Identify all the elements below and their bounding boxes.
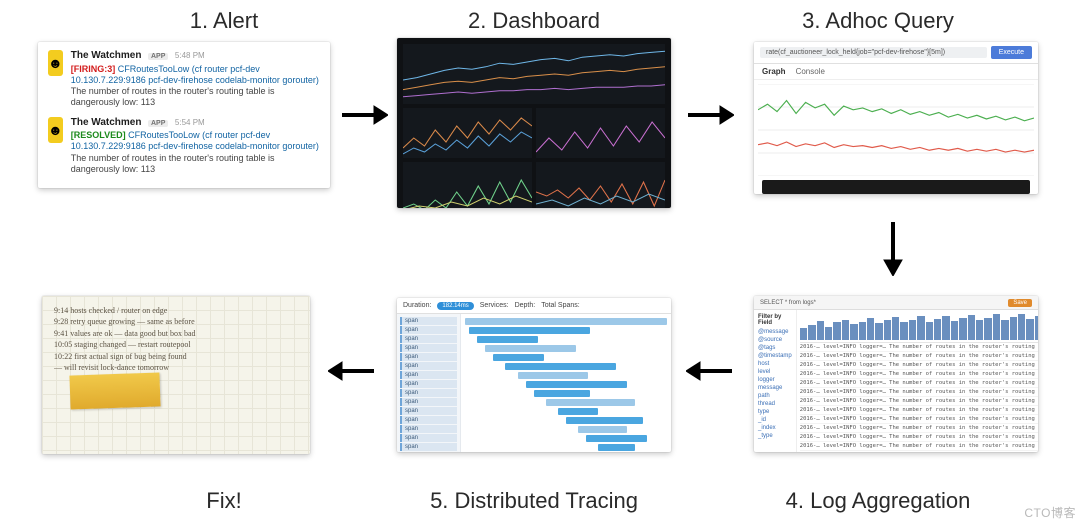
alert-link[interactable]: [RESOLVED] CFRoutesTooLow (cf router pcf… <box>71 130 320 153</box>
log-field[interactable]: type <box>758 409 792 415</box>
app-badge: APP <box>148 53 168 60</box>
log-field[interactable]: path <box>758 393 792 399</box>
dashboard-chart[interactable] <box>403 108 532 158</box>
log-entries: 2016-… level=INFO logger=… The number of… <box>800 343 1038 451</box>
adhoc-chart[interactable] <box>754 80 1038 180</box>
arrow-left-icon <box>686 358 734 384</box>
alert-time: 5:54 PM <box>175 118 205 127</box>
avatar-icon: ☻ <box>48 117 63 143</box>
tab-console[interactable]: Console <box>796 67 825 76</box>
panel-adhoc-query: rate(cf_auctioneer_lock_held{job="pcf-de… <box>754 42 1038 194</box>
log-field[interactable]: thread <box>758 401 792 407</box>
log-field[interactable]: @source <box>758 337 792 343</box>
handwritten-line: 9:28 retry queue growing — same as befor… <box>54 317 298 327</box>
log-field[interactable]: level <box>758 369 792 375</box>
handwritten-line: — will revisit lock-dance tomorrow <box>54 363 298 373</box>
query-expression-input[interactable]: rate(cf_auctioneer_lock_held{job="pcf-de… <box>760 47 987 58</box>
title-alert: 1. Alert <box>94 8 354 34</box>
tab-graph[interactable]: Graph <box>762 67 786 76</box>
arrow-left-icon <box>328 358 376 384</box>
dashboard-chart[interactable] <box>536 108 665 158</box>
alert-time: 5:48 PM <box>175 51 205 60</box>
handwritten-line: 10:05 staging changed — restart routepoo… <box>54 340 298 350</box>
panel-log-aggregation: SELECT * from logs* Save Filter by Field… <box>754 296 1038 452</box>
alert-body: The number of routes in the router's rou… <box>71 153 320 176</box>
title-fix: Fix! <box>94 488 354 514</box>
arrow-right-icon <box>686 102 734 128</box>
log-histogram[interactable] <box>800 313 1038 343</box>
tracing-label-duration: Duration: <box>403 302 431 309</box>
log-field[interactable]: _index <box>758 425 792 431</box>
alert-user: The Watchmen <box>71 117 142 128</box>
log-field[interactable]: message <box>758 385 792 391</box>
dashboard-chart[interactable] <box>536 162 665 208</box>
alert-msg-resolved: ☻ The Watchmen APP 5:54 PM [RESOLVED] CF… <box>48 117 320 176</box>
execute-button[interactable]: Execute <box>991 46 1032 59</box>
arrow-down-icon <box>880 220 906 276</box>
log-field[interactable]: @timestamp <box>758 353 792 359</box>
tracing-duration-value: 182.14ms <box>437 302 473 310</box>
log-field[interactable]: host <box>758 361 792 367</box>
dashboard-chart-top[interactable] <box>403 44 665 104</box>
log-field[interactable]: @tags <box>758 345 792 351</box>
log-query: SELECT * from logs* <box>760 300 816 306</box>
sticky-note <box>69 372 160 409</box>
log-field-sidebar: Filter by Field @message @source @tags @tim… <box>754 310 797 452</box>
panel-fix: 9:14 hosts checked / router on edge9:28 … <box>42 296 310 454</box>
log-field[interactable]: logger <box>758 377 792 383</box>
log-field[interactable]: _type <box>758 433 792 439</box>
title-log-agg: 4. Log Aggregation <box>748 488 1008 514</box>
avatar-icon: ☻ <box>48 50 63 76</box>
handwritten-line: 9:41 values are ok — data good but box b… <box>54 329 298 339</box>
title-adhoc: 3. Adhoc Query <box>748 8 1008 34</box>
alert-link[interactable]: [FIRING:3] CFRoutesTooLow (cf router pcf… <box>71 64 320 87</box>
sidebar-title: Filter by Field <box>758 314 792 326</box>
tracing-label-services: Services: <box>480 302 509 309</box>
arrow-right-icon <box>340 102 388 128</box>
title-tracing: 5. Distributed Tracing <box>404 488 664 514</box>
alert-status-firing: [FIRING:3] <box>71 64 116 74</box>
panel-tracing: Duration: 182.14ms Services: Depth: Tota… <box>397 298 671 452</box>
adhoc-legend <box>762 180 1030 194</box>
log-field[interactable]: @message <box>758 329 792 335</box>
log-field[interactable]: _id <box>758 417 792 423</box>
dashboard-chart[interactable] <box>403 162 532 208</box>
save-button[interactable]: Save <box>1008 299 1032 307</box>
tracing-label-depth: Depth: <box>515 302 536 309</box>
tracing-label-spans: Total Spans: <box>541 302 580 309</box>
title-dashboard: 2. Dashboard <box>404 8 664 34</box>
panel-alert: ☻ The Watchmen APP 5:48 PM [FIRING:3] CF… <box>38 42 330 188</box>
trace-timeline[interactable] <box>461 314 671 452</box>
alert-msg-firing: ☻ The Watchmen APP 5:48 PM [FIRING:3] CF… <box>48 50 320 109</box>
handwritten-line: 10:22 first actual sign of bug being fou… <box>54 352 298 362</box>
handwritten-line: 9:14 hosts checked / router on edge <box>54 306 298 316</box>
alert-body: The number of routes in the router's rou… <box>71 86 320 109</box>
trace-span-list[interactable]: spanspanspanspanspanspanspanspanspanspan… <box>397 314 461 452</box>
app-badge: APP <box>148 120 168 127</box>
panel-dashboard <box>397 38 671 208</box>
alert-user: The Watchmen <box>71 50 142 61</box>
watermark: CTO博客 <box>1024 504 1076 521</box>
alert-status-resolved: [RESOLVED] <box>71 130 126 140</box>
